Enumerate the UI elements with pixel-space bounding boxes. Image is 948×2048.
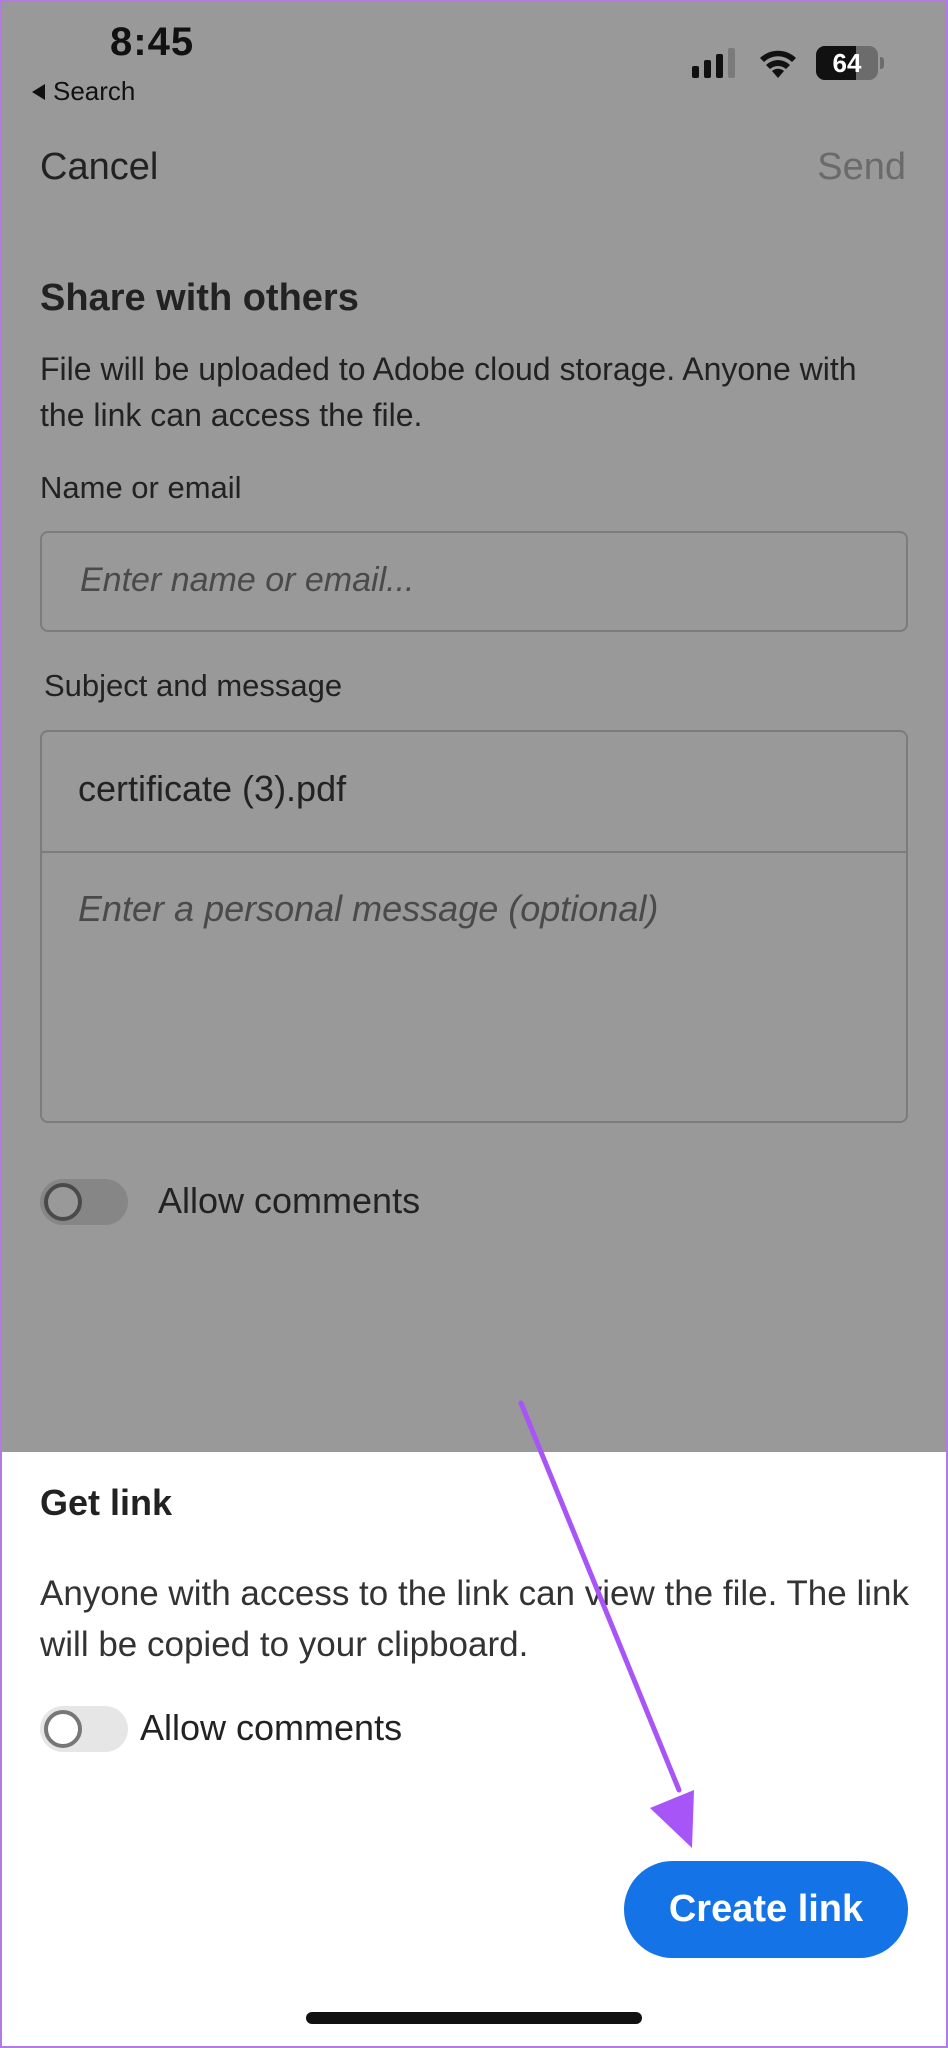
home-indicator [306, 2012, 642, 2024]
share-screen-dimmed: 8:45 Search 64 Cancel Send Share with ot… [0, 0, 948, 1452]
wifi-icon [760, 50, 796, 78]
battery-icon: 64 [816, 46, 884, 80]
back-triangle-icon [32, 83, 45, 100]
send-button[interactable]: Send [817, 146, 906, 189]
create-link-button[interactable]: Create link [624, 1861, 908, 1958]
get-link-description: Anyone with access to the link can view … [40, 1574, 909, 1664]
name-email-label: Name or email [40, 470, 242, 505]
cancel-button[interactable]: Cancel [40, 146, 158, 189]
allow-comments-label-share: Allow comments [158, 1180, 421, 1221]
get-link-sheet: Get link Anyone with access to the link … [0, 1452, 948, 2048]
message-field[interactable]: Enter a personal message (optional) [78, 888, 658, 930]
allow-comments-label: Allow comments [140, 1707, 403, 1748]
name-email-input[interactable]: Enter name or email... [40, 531, 908, 632]
subject-message-label: Subject and message [44, 668, 343, 703]
subject-message-box[interactable]: certificate (3).pdf Enter a personal mes… [40, 730, 908, 1123]
toggle-knob [44, 1710, 82, 1748]
share-description: File will be uploaded to Adobe cloud sto… [40, 351, 857, 433]
share-title: Share with others [40, 277, 359, 319]
subject-field[interactable]: certificate (3).pdf [78, 768, 346, 810]
get-link-title: Get link [40, 1482, 173, 1523]
name-email-placeholder: Enter name or email... [80, 561, 415, 599]
battery-percent: 64 [832, 48, 862, 78]
status-time: 8:45 [110, 20, 195, 64]
toggle-knob [44, 1183, 82, 1221]
back-to-search[interactable]: Search [32, 76, 135, 107]
back-label: Search [53, 76, 136, 106]
message-divider [42, 851, 906, 853]
allow-comments-toggle-share[interactable] [40, 1179, 128, 1225]
allow-comments-toggle[interactable] [40, 1706, 128, 1752]
cellular-signal-icon [692, 48, 735, 78]
